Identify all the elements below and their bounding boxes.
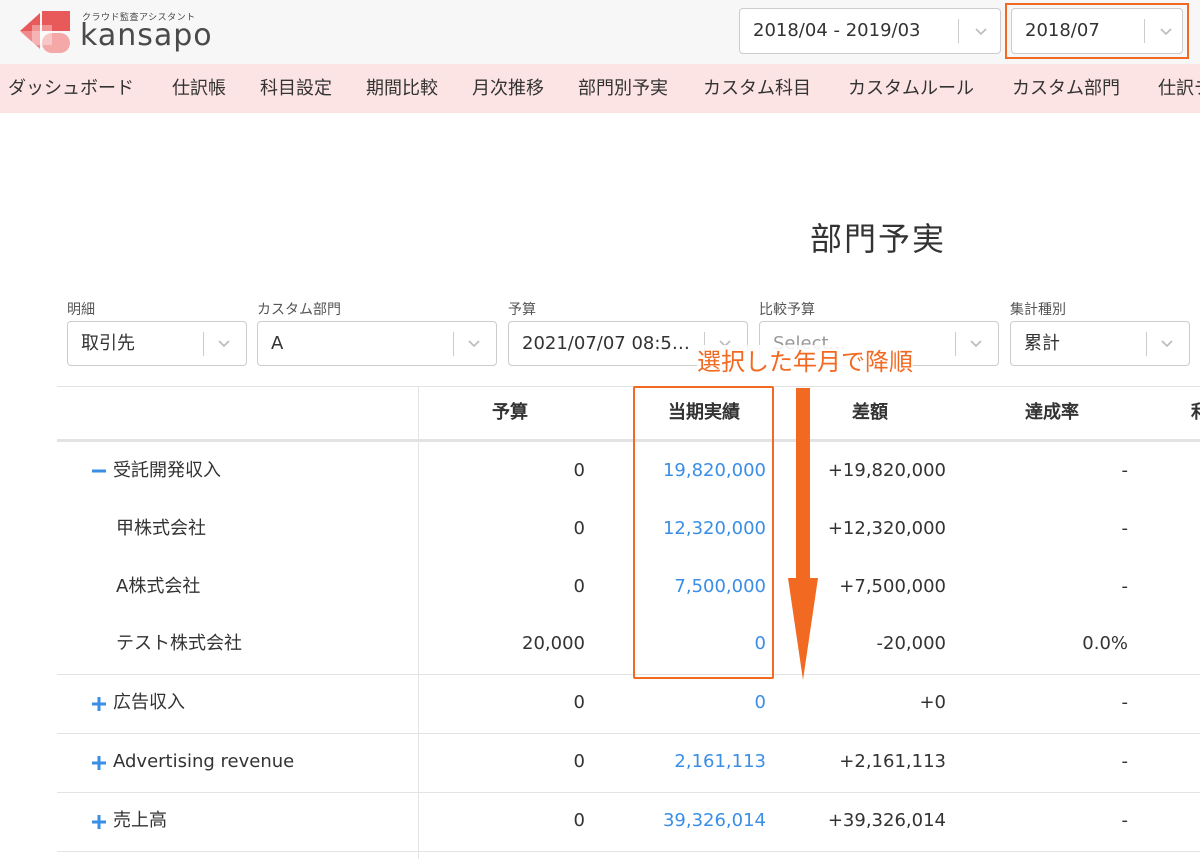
cell-budget: 0 — [573, 518, 585, 539]
cell-rate: - — [1121, 751, 1129, 772]
cell-rate: 0.0% — [1082, 633, 1128, 654]
select-separator — [1146, 332, 1147, 356]
select-separator — [453, 332, 454, 356]
kansapo-logo-icon — [20, 11, 70, 53]
detail-select-value: 取引先 — [81, 333, 135, 354]
row-label: 受託開発収入 — [113, 460, 221, 481]
cell-rate: - — [1121, 692, 1129, 713]
expand-icon[interactable] — [91, 814, 107, 830]
page-title: 部門予実 — [810, 220, 947, 258]
aggregation-select[interactable]: 累計 — [1010, 321, 1190, 366]
custom-dept-select-value: A — [271, 333, 284, 354]
sort-descending-arrow-icon — [788, 388, 818, 680]
cell-diff: +2,161,113 — [839, 751, 946, 772]
col-header-rate[interactable]: 達成率 — [992, 386, 1112, 440]
row-divider — [57, 851, 1200, 852]
row-label: Advertising revenue — [113, 751, 295, 772]
expand-icon[interactable] — [91, 755, 107, 771]
logo-wordmark: kansapo — [80, 18, 213, 53]
col-header-budget[interactable]: 予算 — [450, 386, 570, 440]
select-separator — [955, 332, 956, 356]
kansapo-logo[interactable]: クラウド監査アシスタント kansapo — [18, 9, 212, 55]
col-header-diff[interactable]: 差額 — [810, 386, 930, 440]
cell-diff: +39,326,014 — [827, 810, 946, 831]
cell-budget: 0 — [573, 692, 585, 713]
cell-budget: 0 — [573, 460, 585, 481]
chevron-down-icon — [1161, 340, 1173, 348]
fiscal-period-value: 2018/04 - 2019/03 — [753, 20, 921, 41]
cell-rate: - — [1121, 460, 1129, 481]
cell-rate: - — [1121, 810, 1129, 831]
select-separator — [203, 332, 204, 356]
col-header-extra[interactable]: 利 — [1185, 386, 1200, 440]
nav-item-account-settings[interactable]: 科目設定 — [260, 64, 332, 113]
row-label: 広告収入 — [113, 692, 185, 713]
nav-item-dashboard[interactable]: ダッシュボード — [8, 64, 134, 113]
filter-label-compare-budget: 比較予算 — [759, 302, 815, 318]
cell-actual-link[interactable]: 0 — [610, 688, 766, 718]
cell-budget: 0 — [573, 810, 585, 831]
row-label: A株式会社 — [116, 576, 201, 597]
nav-item-journal[interactable]: 仕訳帳 — [172, 64, 226, 113]
actual-column-highlight — [633, 386, 774, 679]
filter-label-detail: 明細 — [67, 302, 95, 318]
label-column-divider — [418, 386, 419, 859]
collapse-icon[interactable] — [91, 463, 107, 479]
row-label: テスト株式会社 — [116, 633, 242, 654]
row-divider — [57, 674, 1200, 675]
nav-item-journal-check[interactable]: 仕訳チ — [1158, 64, 1200, 113]
cell-actual-link[interactable]: 2,161,113 — [610, 747, 766, 777]
detail-select[interactable]: 取引先 — [67, 321, 247, 366]
fiscal-period-select[interactable]: 2018/04 - 2019/03 — [739, 8, 1001, 54]
filter-label-aggregation: 集計種別 — [1010, 302, 1066, 318]
app-header: クラウド監査アシスタント kansapo 2018/04 - 2019/03 2… — [0, 0, 1200, 64]
filter-label-budget: 予算 — [508, 302, 536, 318]
row-divider — [57, 792, 1200, 793]
nav-item-period-compare[interactable]: 期間比較 — [366, 64, 438, 113]
cell-diff: +0 — [919, 692, 946, 713]
cell-actual-link[interactable]: 39,326,014 — [610, 806, 766, 836]
nav-item-custom-depts[interactable]: カスタム部門 — [1012, 64, 1120, 113]
nav-item-custom-rules[interactable]: カスタムルール — [848, 64, 974, 113]
aggregation-select-value: 累計 — [1024, 333, 1060, 354]
row-divider — [57, 733, 1200, 734]
expand-icon[interactable] — [91, 696, 107, 712]
nav-item-custom-accounts[interactable]: カスタム科目 — [703, 64, 811, 113]
chevron-down-icon — [468, 340, 480, 348]
budget-select-value: 2021/07/07 08:5… — [522, 333, 690, 354]
select-separator — [958, 19, 959, 43]
row-label: 甲株式会社 — [116, 518, 206, 539]
month-select-highlight — [1005, 3, 1189, 59]
main-nav: ダッシュボード 仕訳帳 科目設定 期間比較 月次推移 部門別予実 カスタム科目 … — [0, 64, 1200, 113]
custom-dept-select[interactable]: A — [257, 321, 497, 366]
row-label: 売上高 — [113, 810, 167, 831]
cell-budget: 20,000 — [522, 633, 585, 654]
nav-item-dept-budget-actual[interactable]: 部門別予実 — [578, 64, 668, 113]
cell-budget: 0 — [573, 576, 585, 597]
annotation-text: 選択した年月で降順 — [697, 345, 913, 379]
cell-rate: - — [1121, 576, 1129, 597]
filter-label-custom-dept: カスタム部門 — [257, 302, 341, 318]
chevron-down-icon — [970, 340, 982, 348]
chevron-down-icon — [975, 28, 987, 36]
cell-budget: 0 — [573, 751, 585, 772]
nav-item-monthly-trend[interactable]: 月次推移 — [472, 64, 544, 113]
chevron-down-icon — [218, 340, 230, 348]
cell-rate: - — [1121, 518, 1129, 539]
